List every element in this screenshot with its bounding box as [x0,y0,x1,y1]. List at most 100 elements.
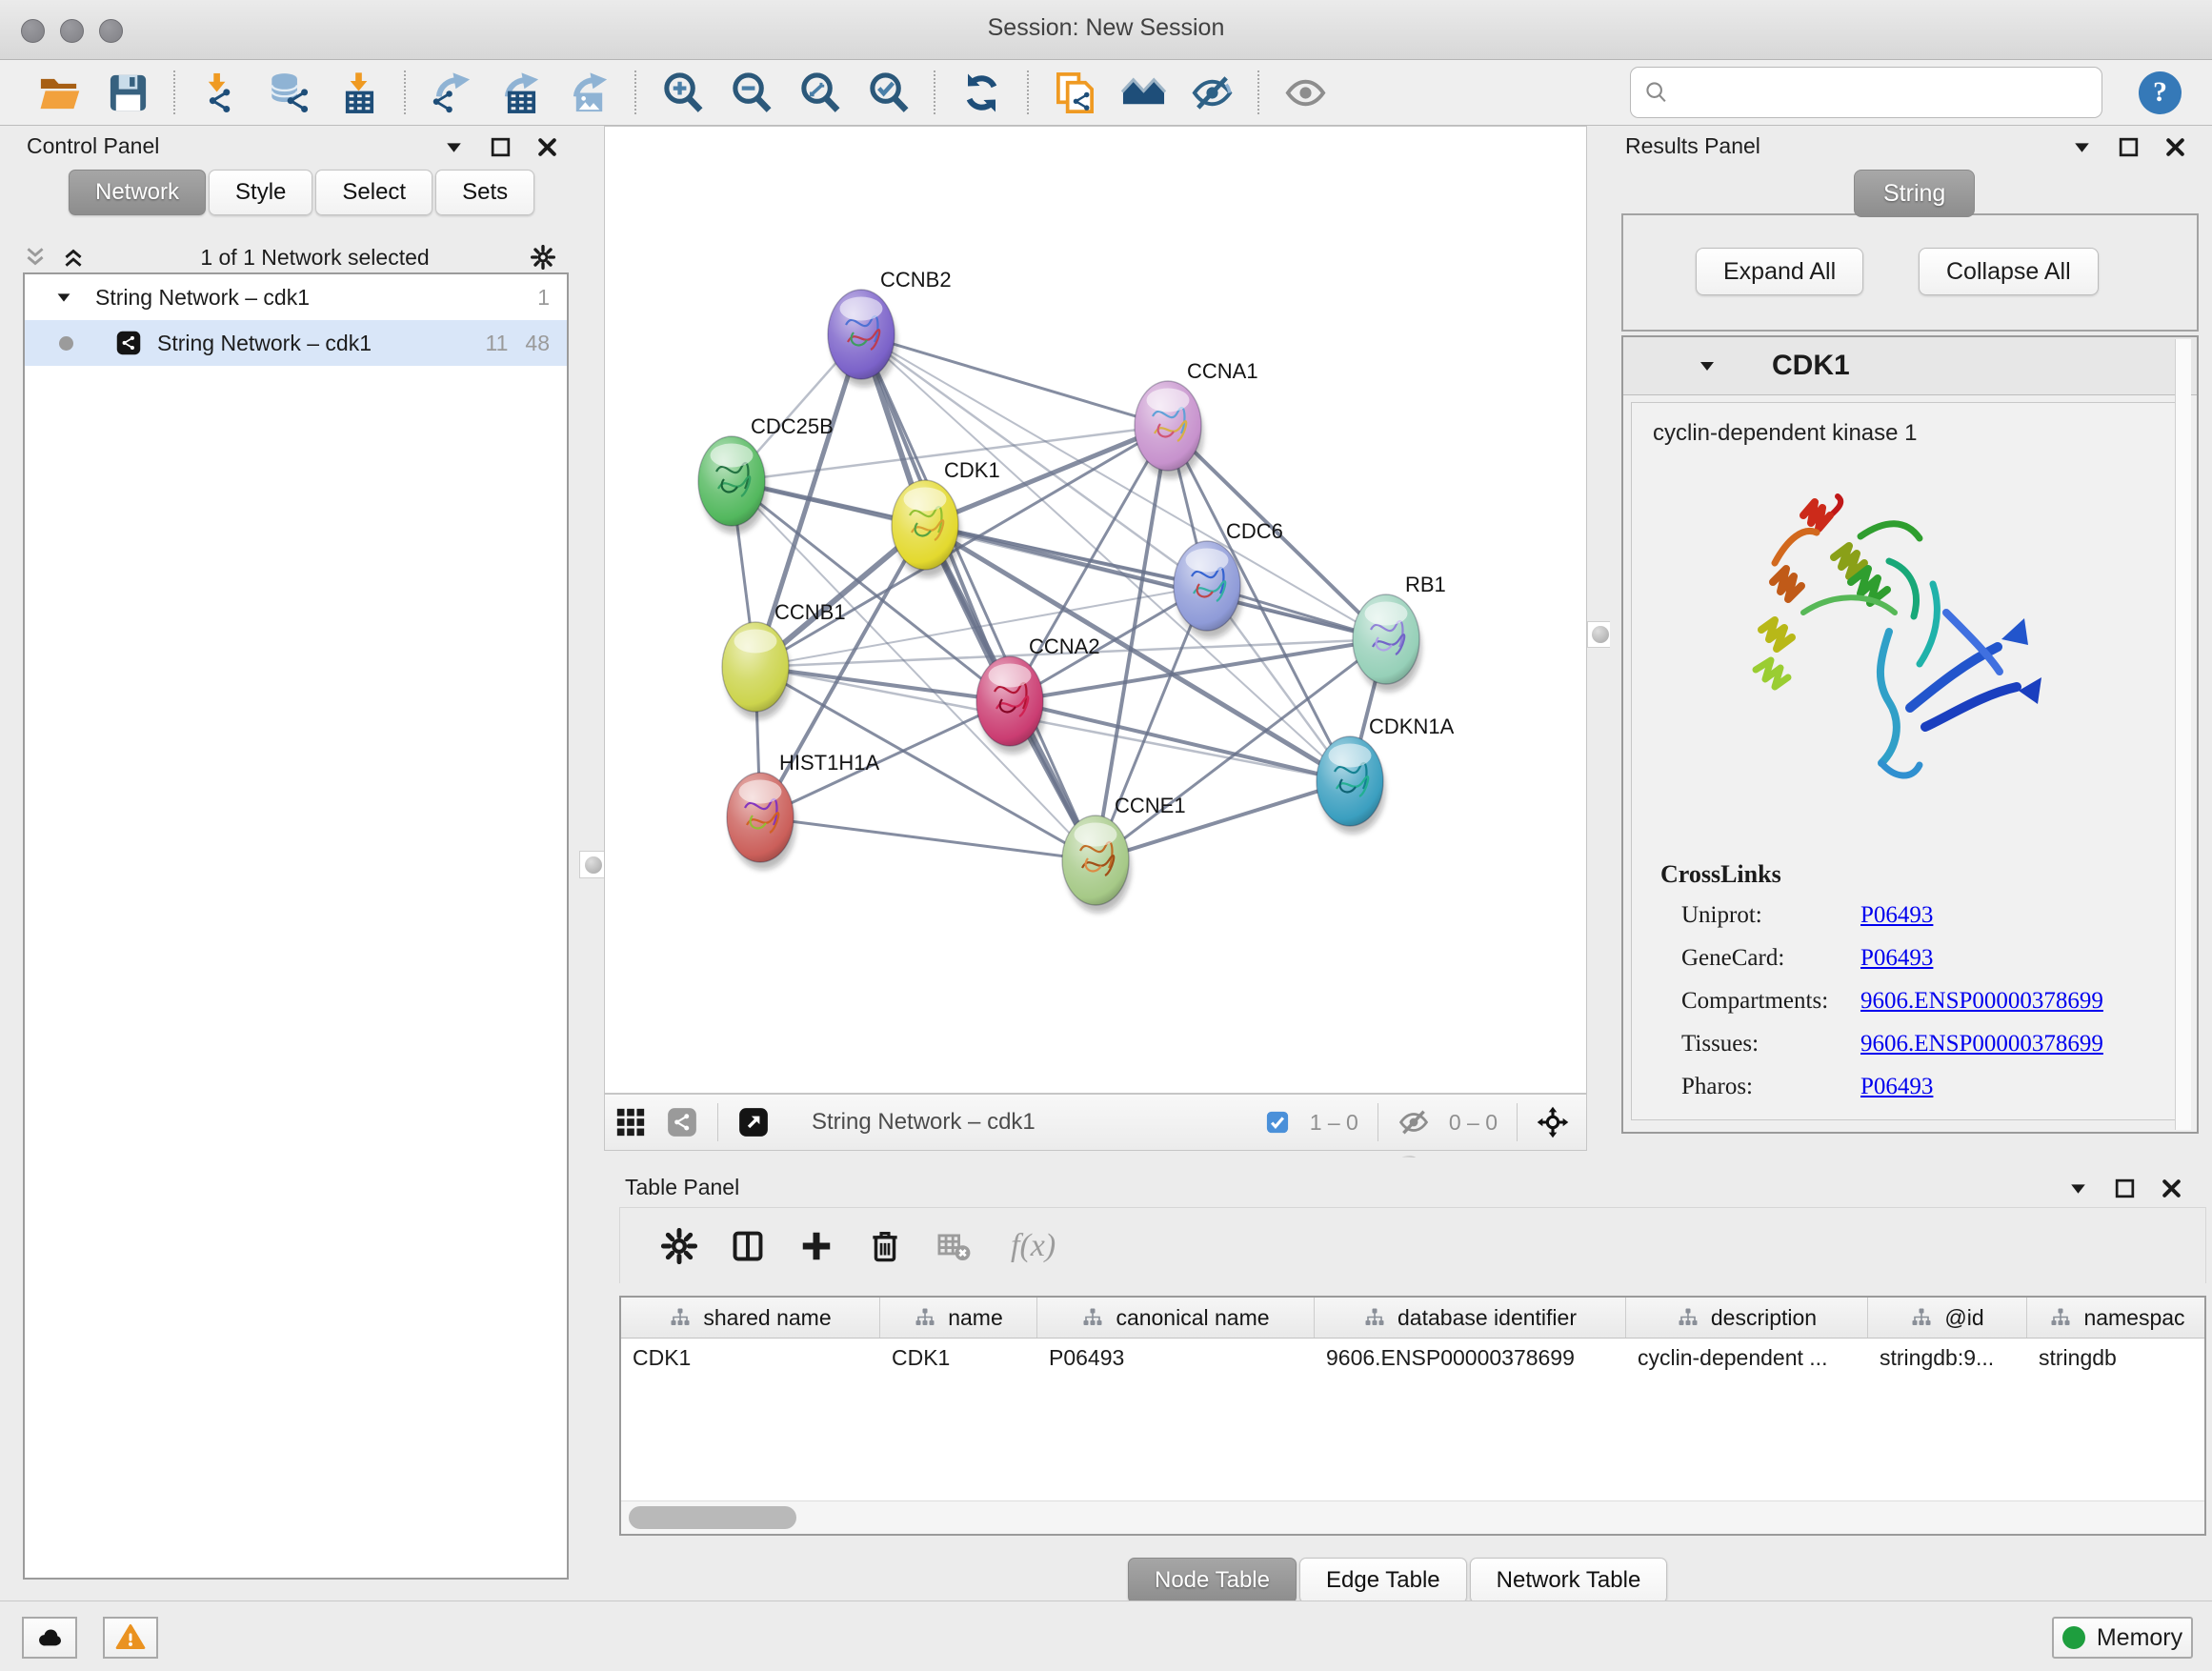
eye-icon[interactable] [1277,66,1333,119]
save-session-icon[interactable] [100,66,155,119]
pan-tool-icon[interactable] [1537,1106,1569,1138]
column-header--id[interactable]: @id [1868,1298,2027,1338]
column-header-database-identifier[interactable]: database identifier [1315,1298,1626,1338]
collapse-all-networks-icon[interactable] [23,245,48,270]
hidden-items-eye-icon[interactable] [1398,1106,1430,1138]
table-cell[interactable]: cyclin-dependent ... [1626,1339,1868,1377]
expand-all-networks-icon[interactable] [61,245,86,270]
birdseye-grid-icon[interactable] [614,1106,647,1138]
table-horizontal-scrollbar[interactable] [621,1500,2204,1534]
node-label: CCNE1 [1115,794,1186,817]
panel-float-icon[interactable] [2066,1177,2090,1200]
table-cell[interactable]: 9606.ENSP00000378699 [1315,1339,1626,1377]
network-collection-row[interactable]: String Network – cdk1 1 [25,274,567,320]
column-header-shared-name[interactable]: shared name [621,1298,880,1338]
network-view-title: String Network – cdk1 [812,1109,1255,1136]
add-column-icon[interactable] [798,1228,835,1264]
panel-float-icon[interactable] [442,135,466,159]
network-edge-count: 48 [525,331,550,356]
gene-expander-icon[interactable] [1696,354,1719,377]
open-file-icon[interactable] [31,66,87,119]
import-network-icon[interactable] [193,66,249,119]
tab-select[interactable]: Select [315,170,432,215]
panel-maximize-icon[interactable] [489,135,513,159]
results-scrollbar[interactable] [2175,339,2191,1130]
export-image-icon[interactable] [561,66,616,119]
panel-close-icon[interactable] [2160,1177,2183,1200]
table-cell[interactable]: stringdb [2027,1339,2206,1377]
delete-column-icon[interactable] [867,1228,903,1264]
column-header-canonical-name[interactable]: canonical name [1037,1298,1315,1338]
crosslink-link[interactable]: P06493 [1860,945,1933,972]
export-network-icon[interactable] [424,66,479,119]
expand-all-button[interactable]: Expand All [1696,248,1863,295]
table-options-gear-icon[interactable] [661,1228,697,1264]
crosslink-link[interactable]: 9606.ENSP00000378699 [1860,1031,2103,1057]
selected-checkbox-icon[interactable] [1264,1109,1291,1136]
crosslink-link[interactable]: P06493 [1860,1074,1933,1100]
crosslink-label: Compartments: [1681,988,1860,1015]
function-builder-button[interactable]: f(x) [1011,1228,1056,1264]
crosslink-link[interactable]: P06493 [1860,902,1933,929]
table-header-row: shared namenamecanonical namedatabase id… [621,1298,2204,1339]
clone-network-icon[interactable] [1047,66,1102,119]
string-style-icon[interactable] [666,1106,698,1138]
table-cell[interactable]: CDK1 [880,1339,1037,1377]
collapse-all-button[interactable]: Collapse All [1919,248,2099,295]
zoom-selected-icon[interactable] [860,66,915,119]
hide-panel-icon[interactable] [1184,66,1239,119]
gene-section-header[interactable]: CDK1 [1623,337,2197,395]
network-canvas[interactable]: CCNB2 CCNA1 CDC25B CDK1 CDC6 RB1 CCNB1 C… [604,126,1587,1094]
tab-string[interactable]: String [1854,170,1975,217]
collection-expander-icon[interactable] [53,287,74,308]
column-type-icon [1677,1306,1699,1329]
tab-edge-table[interactable]: Edge Table [1299,1558,1467,1603]
column-header-namespac[interactable]: namespac [2027,1298,2206,1338]
scrollbar-thumb[interactable] [629,1506,796,1529]
tab-network-table[interactable]: Network Table [1470,1558,1668,1603]
show-columns-icon[interactable] [730,1228,766,1264]
tab-style[interactable]: Style [209,170,312,215]
import-table-icon[interactable] [331,66,386,119]
export-table-icon[interactable] [493,66,548,119]
open-in-new-icon[interactable] [737,1106,770,1138]
table-row[interactable]: CDK1CDK1P064939606.ENSP00000378699cyclin… [621,1339,2204,1377]
crosslink-link[interactable]: 9606.ENSP00000378699 [1860,988,2103,1015]
panel-maximize-icon[interactable] [2117,135,2141,159]
network-view-toolbar: String Network – cdk1 1 – 0 0 – 0 [604,1094,1587,1151]
search-input[interactable] [1630,67,2102,118]
home-icon[interactable] [1116,66,1171,119]
warnings-button[interactable] [103,1617,158,1659]
tab-sets[interactable]: Sets [435,170,534,215]
help-button[interactable]: ? [2139,71,2182,114]
zoom-out-icon[interactable] [723,66,778,119]
panel-close-icon[interactable] [535,135,559,159]
network-graph[interactable]: CCNB2 CCNA1 CDC25B CDK1 CDC6 RB1 CCNB1 C… [605,127,1586,1093]
table-cell[interactable]: P06493 [1037,1339,1315,1377]
table-cell[interactable]: CDK1 [621,1339,880,1377]
memory-button[interactable]: Memory [2052,1617,2193,1659]
toolbar-groups [25,66,1339,119]
column-header-description[interactable]: description [1626,1298,1868,1338]
network-row-selected[interactable]: String Network – cdk1 11 48 [25,320,567,366]
refresh-icon[interactable] [954,66,1009,119]
zoom-fit-icon[interactable] [792,66,847,119]
network-list: String Network – cdk1 1 String Network –… [23,272,569,1580]
table-cell[interactable]: stringdb:9... [1868,1339,2027,1377]
import-database-icon[interactable] [262,66,317,119]
tab-network[interactable]: Network [69,170,206,215]
results-controls-box: Expand All Collapse All [1621,213,2199,332]
tab-node-table[interactable]: Node Table [1128,1558,1297,1603]
zoom-in-icon[interactable] [654,66,710,119]
node-label: CCNA1 [1187,359,1258,383]
column-label: @id [1944,1305,1983,1331]
panel-float-icon[interactable] [2070,135,2094,159]
node-table[interactable]: shared namenamecanonical namedatabase id… [619,1296,2206,1536]
network-options-gear-icon[interactable] [531,245,555,270]
panel-close-icon[interactable] [2163,135,2187,159]
column-header-name[interactable]: name [880,1298,1037,1338]
network-node-HIST1H1A: HIST1H1A [727,751,879,870]
left-splitter-handle[interactable] [579,851,607,878]
cloud-status-button[interactable] [22,1617,77,1659]
panel-maximize-icon[interactable] [2113,1177,2137,1200]
